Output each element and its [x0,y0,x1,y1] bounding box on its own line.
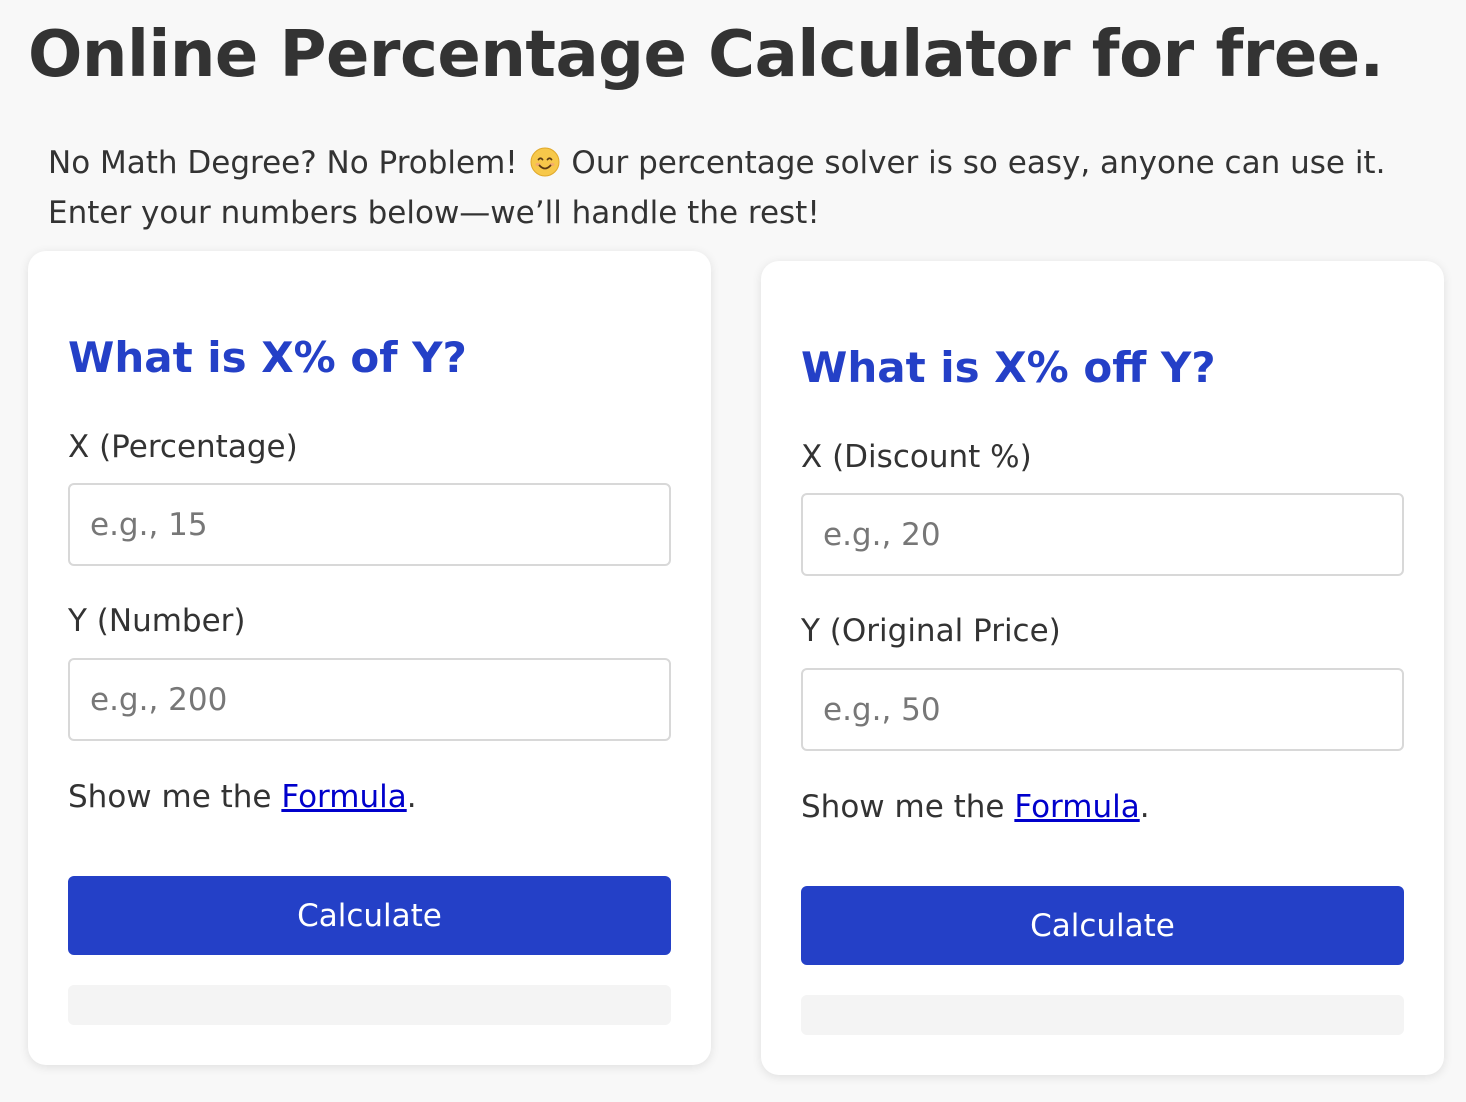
formula-suffix: . [1139,789,1150,825]
formula-link[interactable]: Formula [281,779,406,815]
number-label: Y (Number) [68,603,246,639]
formula-text: Show me the Formula. [68,779,417,815]
intro-text: No Math Degree? No Problem! Our percenta… [48,138,1438,238]
page-title: Online Percentage Calculator for free. [28,18,1384,92]
percentage-input[interactable] [68,483,671,566]
result-box [68,985,671,1025]
formula-prefix: Show me the [801,789,1015,825]
formula-prefix: Show me the [68,779,282,815]
calculate-button[interactable]: Calculate [801,886,1404,965]
original-price-input[interactable] [801,668,1404,751]
discount-label: X (Discount %) [801,439,1032,475]
intro-text-start: No Math Degree? No Problem! [48,145,528,181]
calculate-button[interactable]: Calculate [68,876,671,955]
percent-of-calculator-card: What is X% of Y? X (Percentage) Y (Numbe… [28,251,711,1065]
percent-off-calculator-card: What is X% off Y? X (Discount %) Y (Orig… [761,261,1444,1075]
formula-link[interactable]: Formula [1014,789,1139,825]
smiling-face-icon [530,147,560,177]
original-price-label: Y (Original Price) [801,613,1061,649]
discount-input[interactable] [801,493,1404,576]
formula-suffix: . [406,779,417,815]
formula-text: Show me the Formula. [801,789,1150,825]
percent-off-title: What is X% off Y? [801,343,1216,392]
number-input[interactable] [68,658,671,741]
result-box [801,995,1404,1035]
percent-of-title: What is X% of Y? [68,333,467,382]
percentage-label: X (Percentage) [68,429,298,465]
